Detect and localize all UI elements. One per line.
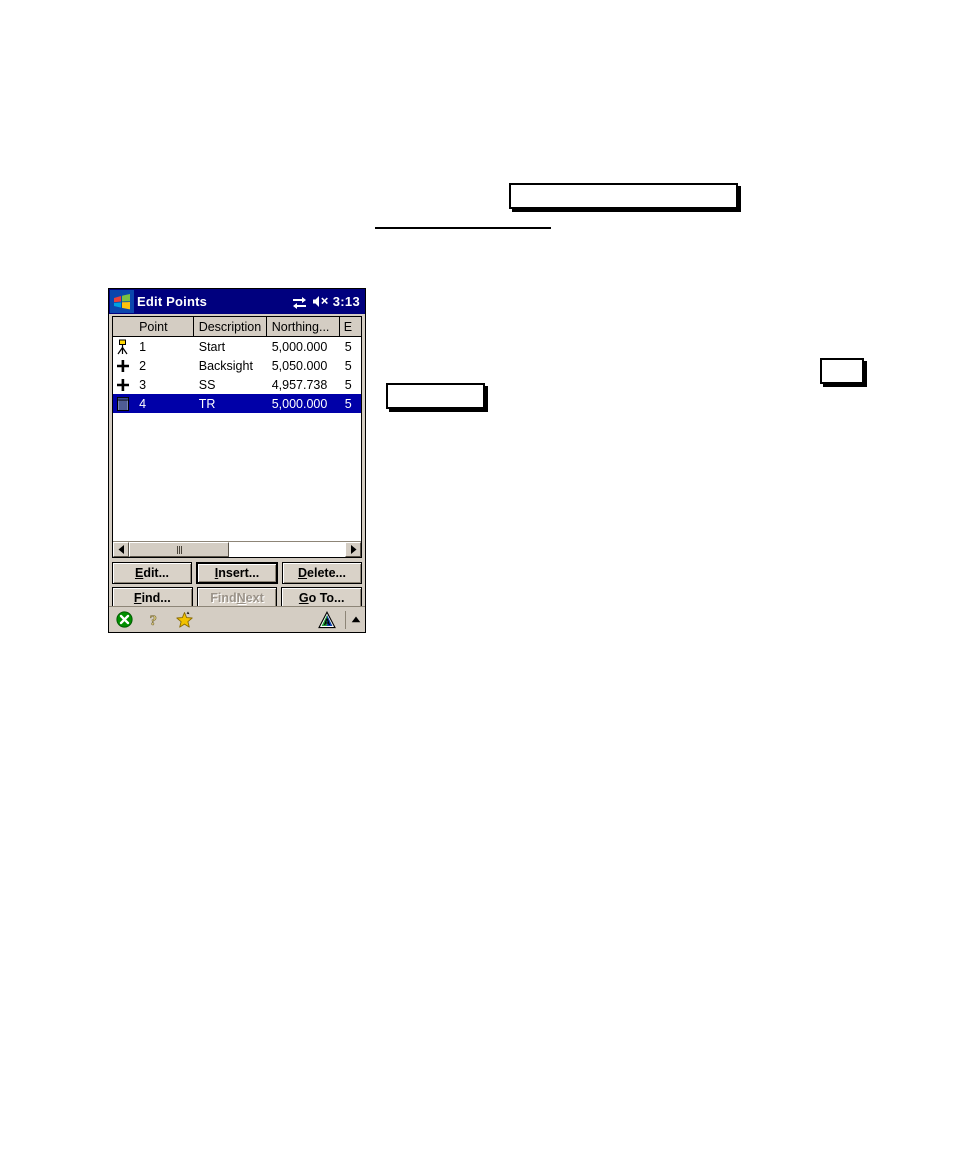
scroll-left-arrow-icon xyxy=(118,545,124,554)
clock-time[interactable]: 3:13 xyxy=(333,294,360,309)
button-area: Edit... Insert... Delete... Find... Find… xyxy=(109,558,365,609)
favorites-button[interactable] xyxy=(169,607,199,633)
svg-text:?: ? xyxy=(149,613,157,628)
scrollbar-thumb[interactable] xyxy=(129,542,229,557)
underline-rule xyxy=(375,227,551,229)
table-row[interactable]: 1 Start 5,000.000 5 xyxy=(113,337,361,356)
star-icon xyxy=(175,611,193,628)
find-next-button-prefix: Find xyxy=(210,591,237,605)
chevron-up-icon xyxy=(351,616,361,623)
help-question-icon: ? xyxy=(149,613,157,628)
callout-middle xyxy=(386,383,485,409)
scroll-thumb-grip-icon xyxy=(176,545,178,554)
delete-button[interactable]: Delete... xyxy=(282,562,362,584)
column-header-point[interactable]: Point xyxy=(134,317,194,336)
find-button-mnemonic: F xyxy=(133,591,142,605)
close-circle-icon xyxy=(115,611,133,628)
command-bar: ? A xyxy=(109,606,365,632)
input-panel-triangle-icon: A xyxy=(318,610,336,628)
cell-description: Start xyxy=(198,339,226,354)
scroll-right-button[interactable] xyxy=(345,542,361,557)
insert-button-label: nsert... xyxy=(218,566,260,580)
find-next-button-label: ext xyxy=(245,591,264,605)
cell-point: 1 xyxy=(139,339,147,354)
window-title: Edit Points xyxy=(137,294,208,309)
sip-area: A xyxy=(312,607,365,633)
cell-description: TR xyxy=(198,396,216,411)
cell-description: Backsight xyxy=(198,358,253,373)
help-button[interactable]: ? xyxy=(139,607,169,633)
go-to-button-mnemonic: G xyxy=(298,591,309,605)
edit-button-label: dit... xyxy=(143,566,170,580)
edit-button[interactable]: Edit... xyxy=(112,562,192,584)
title-bar: Edit Points 3:13 xyxy=(109,289,365,314)
column-header-easting[interactable]: E xyxy=(339,317,361,336)
windows-flag-icon xyxy=(114,293,130,309)
cell-easting: 5 xyxy=(344,396,352,411)
row-type-icon-cell xyxy=(113,356,134,375)
scroll-thumb-grip-icon xyxy=(178,545,180,554)
callout-right xyxy=(820,358,864,384)
cell-northing: 5,000.000 xyxy=(271,396,328,411)
points-list: Point Description Northing... E 1 Start … xyxy=(112,316,362,558)
point-cross-icon xyxy=(117,378,129,391)
button-row-1: Edit... Insert... Delete... xyxy=(112,562,362,584)
sip-divider xyxy=(345,610,346,629)
scroll-left-button[interactable] xyxy=(113,542,129,557)
cell-point: 2 xyxy=(139,358,147,373)
cell-easting: 5 xyxy=(344,377,352,392)
pda-device-window: Edit Points 3:13 Point Description North… xyxy=(108,288,366,633)
volume-muted-icon[interactable] xyxy=(312,295,328,308)
input-panel-selector-button[interactable] xyxy=(349,607,363,633)
horizontal-scrollbar[interactable] xyxy=(113,541,361,557)
row-type-icon-cell xyxy=(113,337,134,356)
title-bar-status-area: 3:13 xyxy=(292,289,360,314)
column-header-icon[interactable] xyxy=(113,317,135,336)
traverse-point-icon xyxy=(117,396,129,411)
list-header-row: Point Description Northing... E xyxy=(113,317,361,337)
start-button[interactable] xyxy=(110,290,134,313)
table-row[interactable]: 3 SS 4,957.738 5 xyxy=(113,375,361,394)
close-button[interactable] xyxy=(109,607,139,633)
cell-northing: 5,000.000 xyxy=(271,339,328,354)
table-row[interactable]: 2 Backsight 5,050.000 5 xyxy=(113,356,361,375)
cell-description: SS xyxy=(198,377,216,392)
list-rows: 1 Start 5,000.000 5 2 Backsight 5,050.00… xyxy=(113,337,361,541)
cell-point: 4 xyxy=(139,396,147,411)
row-type-icon-cell xyxy=(113,375,134,394)
cell-easting: 5 xyxy=(344,358,352,373)
point-cross-icon xyxy=(117,359,129,372)
table-row[interactable]: 4 TR 5,000.000 5 xyxy=(113,394,361,413)
callout-top xyxy=(509,183,738,209)
column-header-description[interactable]: Description xyxy=(193,317,267,336)
row-type-icon-cell xyxy=(113,394,134,413)
scroll-right-arrow-icon xyxy=(350,545,356,554)
scrollbar-track[interactable] xyxy=(129,542,345,557)
cell-point: 3 xyxy=(139,377,147,392)
insert-button[interactable]: Insert... xyxy=(196,562,278,584)
instrument-setup-icon xyxy=(117,339,128,354)
cell-northing: 4,957.738 xyxy=(271,377,328,392)
cell-easting: 5 xyxy=(344,339,352,354)
cell-northing: 5,050.000 xyxy=(271,358,328,373)
delete-button-label: elete... xyxy=(307,566,346,580)
find-next-button-mnemonic: N xyxy=(236,591,246,605)
input-panel-button[interactable]: A xyxy=(312,607,342,633)
go-to-button-label: o To... xyxy=(308,591,345,605)
delete-button-mnemonic: D xyxy=(298,566,308,580)
svg-text:A: A xyxy=(324,617,331,627)
column-header-northing[interactable]: Northing... xyxy=(266,317,340,336)
find-button-label: ind... xyxy=(141,591,171,605)
connectivity-icon[interactable] xyxy=(292,295,307,309)
scroll-thumb-grip-icon xyxy=(180,545,182,554)
edit-button-mnemonic: E xyxy=(134,566,144,580)
